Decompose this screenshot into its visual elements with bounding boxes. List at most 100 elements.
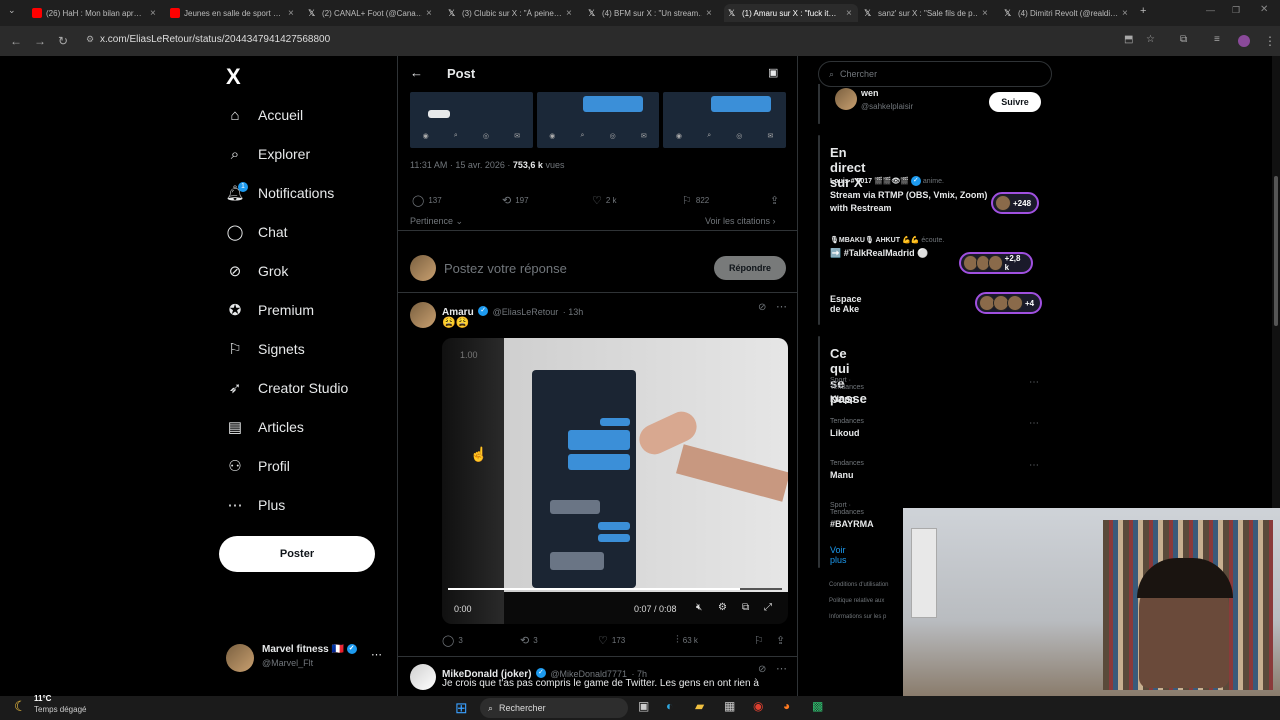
forward-icon[interactable]: → (34, 34, 46, 48)
store-icon[interactable]: ▦ (724, 699, 735, 713)
more-icon[interactable]: ⋯ (1029, 418, 1039, 429)
more-icon[interactable]: ⋯ (776, 662, 787, 675)
close-icon[interactable]: × (566, 8, 572, 19)
file-explorer-icon[interactable]: ▰ (695, 699, 704, 713)
sidebar-item-explorer[interactable]: ⌕ Explorer (226, 142, 310, 166)
share-action[interactable]: ⇪ (770, 194, 783, 207)
media-thumbnail[interactable]: ◉ ⌕ ◎ ✉ (536, 92, 660, 148)
url-field[interactable]: x.com/EliasLeRetour/status/2044347941427… (100, 34, 330, 45)
sidebar-item-notifications[interactable]: 🔔︎ 1 Notifications (225, 181, 334, 205)
repost-action[interactable]: ⟲ 197 (502, 194, 529, 207)
new-tab-icon[interactable]: + (1140, 5, 1146, 17)
avatar[interactable] (410, 664, 436, 690)
star-icon[interactable]: ☆ (1146, 34, 1155, 45)
more-icon[interactable]: ⋯ (371, 648, 382, 661)
mute-icon[interactable]: 🔇︎ (696, 602, 702, 613)
space-listeners-pill[interactable]: +4 (975, 292, 1043, 314)
close-icon[interactable]: × (288, 8, 294, 19)
quotes-link[interactable]: Voir les citations › (705, 216, 776, 226)
browser-tab[interactable]: 𝕏 sanz' sur X : "Sale fils de p… × (864, 4, 994, 22)
grok-icon[interactable]: ⊘ (758, 664, 766, 675)
install-app-icon[interactable]: ⬒ (1124, 34, 1133, 45)
browser-tab[interactable]: 𝕏 (4) Dimitri Revolt (@realdi… × (1004, 4, 1134, 22)
weather-desc[interactable]: Temps dégagé (34, 705, 86, 714)
browser-tab[interactable]: 𝕏 (4) BFM sur X : "Un stream… × (588, 4, 718, 22)
more-icon[interactable]: ⋯ (1029, 377, 1039, 388)
reload-icon[interactable]: ↻ (58, 34, 68, 48)
edge-icon[interactable]: ◐ (666, 699, 673, 713)
close-window-icon[interactable]: ✕ (1260, 4, 1268, 15)
avatar[interactable] (410, 302, 436, 328)
space-item[interactable]: Louis # 5017 🎬🎬👁🎬 ✓ anime. Stream via RT… (830, 176, 990, 215)
more-icon[interactable]: ⋯ (776, 300, 787, 313)
sort-dropdown[interactable]: Pertinence ⌄ (410, 216, 463, 227)
like-action[interactable]: ♡ 173 (598, 634, 625, 647)
site-info-icon[interactable]: ⚙ (86, 34, 94, 45)
scrollbar-thumb[interactable] (1274, 176, 1278, 326)
media-thumbnail[interactable]: ◉ ⌕ ◎ ✉ (410, 92, 533, 148)
sidebar-item-accueil[interactable]: ⌂ Accueil (226, 103, 303, 127)
footer-link[interactable]: Conditions d'utilisation (829, 582, 889, 588)
menu-icon[interactable]: ⋮ (1264, 34, 1276, 48)
tab-list-chevron-icon[interactable]: ⌄ (8, 5, 16, 16)
reader-view-icon[interactable]: ▣ (768, 66, 778, 79)
back-icon[interactable]: ← (10, 34, 22, 48)
taskbar-search[interactable]: ⌕ Rechercher (480, 698, 628, 718)
settings-icon[interactable]: ⚙ (718, 602, 727, 613)
space-listeners-pill[interactable]: +2,8 k (959, 252, 1033, 274)
show-more-link[interactable]: Voir plus (830, 545, 847, 565)
account-switcher[interactable]: Marvel fitness 🇫🇷 ✓ @Marvel_Flt ⋯ (226, 642, 386, 674)
browser-tab-active[interactable]: 𝕏 (1) Amaru sur X : "fuck it… × (724, 4, 858, 22)
reply-action[interactable]: ◯ 3 (442, 634, 463, 647)
like-action[interactable]: ♡ 2 k (592, 194, 617, 207)
share-action[interactable]: ⇪ (776, 634, 789, 647)
close-icon[interactable]: × (426, 8, 432, 19)
browser-tab[interactable]: Jeunes en salle de sport … × (170, 4, 300, 22)
video-player[interactable]: 1.00 0:00 0:07 / 0:08 🔇︎ ⚙ ⧉ ⤢ (442, 338, 788, 624)
search-input[interactable]: ⌕ Chercher (818, 61, 1052, 87)
more-icon[interactable]: ⋯ (1029, 460, 1039, 471)
maximize-icon[interactable]: ❐ (1232, 5, 1240, 16)
browser-tab[interactable]: 𝕏 (2) CANAL+ Foot (@Cana… × (308, 4, 438, 22)
extensions-icon[interactable]: ⧉ (1180, 34, 1187, 45)
avatar[interactable] (835, 88, 857, 110)
trend-item[interactable]: Sport · Tendances #BAYRMA (830, 502, 874, 529)
minimize-icon[interactable]: — (1206, 5, 1215, 15)
x-logo-icon[interactable]: X (226, 64, 241, 90)
close-icon[interactable]: × (1122, 8, 1128, 19)
footer-link[interactable]: Informations sur les p (829, 614, 886, 620)
sidebar-item-chat[interactable]: ◯ Chat (226, 220, 288, 244)
follow-button[interactable]: Suivre (989, 92, 1041, 112)
reply-action[interactable]: ◯ 137 (412, 194, 442, 207)
sidebar-item-articles[interactable]: ▤ Articles (226, 415, 304, 439)
sidebar-item-creator-studio[interactable]: ➶ Creator Studio (226, 376, 349, 400)
repost-action[interactable]: ⟲ 3 (520, 634, 538, 647)
media-icon[interactable]: ≡ (1214, 34, 1220, 45)
trend-item[interactable]: Sport · Tendances Klopp (830, 377, 864, 404)
grok-icon[interactable]: ⊘ (758, 302, 766, 313)
media-thumbnail[interactable]: ◉ ⌕ ◎ ✉ (663, 92, 787, 148)
firefox-icon[interactable]: ◕ (783, 699, 790, 713)
post-button[interactable]: Poster (219, 536, 375, 572)
space-title[interactable]: Espace de Ake (830, 294, 862, 314)
chrome-icon[interactable]: ◉ (753, 699, 763, 713)
sidebar-item-premium[interactable]: ✪ Premium (226, 298, 314, 322)
close-icon[interactable]: × (150, 8, 156, 19)
close-icon[interactable]: × (706, 8, 712, 19)
close-icon[interactable]: × (846, 8, 852, 19)
close-icon[interactable]: × (982, 8, 988, 19)
browser-tab[interactable]: (26) HaH : Mon bilan apr… × (32, 4, 162, 22)
trend-item[interactable]: Tendances Likoud (830, 418, 864, 438)
profile-avatar[interactable] (1238, 35, 1250, 47)
fullscreen-icon[interactable]: ⤢ (764, 602, 772, 613)
windows-start-icon[interactable]: ⊞ (455, 699, 468, 717)
sidebar-item-grok[interactable]: ⊘ Grok (226, 259, 289, 283)
video-progress-track[interactable] (448, 588, 782, 590)
trend-item[interactable]: Tendances Manu (830, 460, 864, 480)
space-listeners-pill[interactable]: +248 (991, 192, 1040, 214)
sidebar-item-profil[interactable]: ⚇ Profil (226, 454, 290, 478)
picture-in-picture-icon[interactable]: ⧉ (742, 602, 749, 613)
app-icon[interactable]: ▩ (812, 699, 823, 713)
bookmark-action[interactable]: ⚐ 822 (682, 194, 709, 207)
views-action[interactable]: ⫶ 63 k (676, 634, 698, 647)
